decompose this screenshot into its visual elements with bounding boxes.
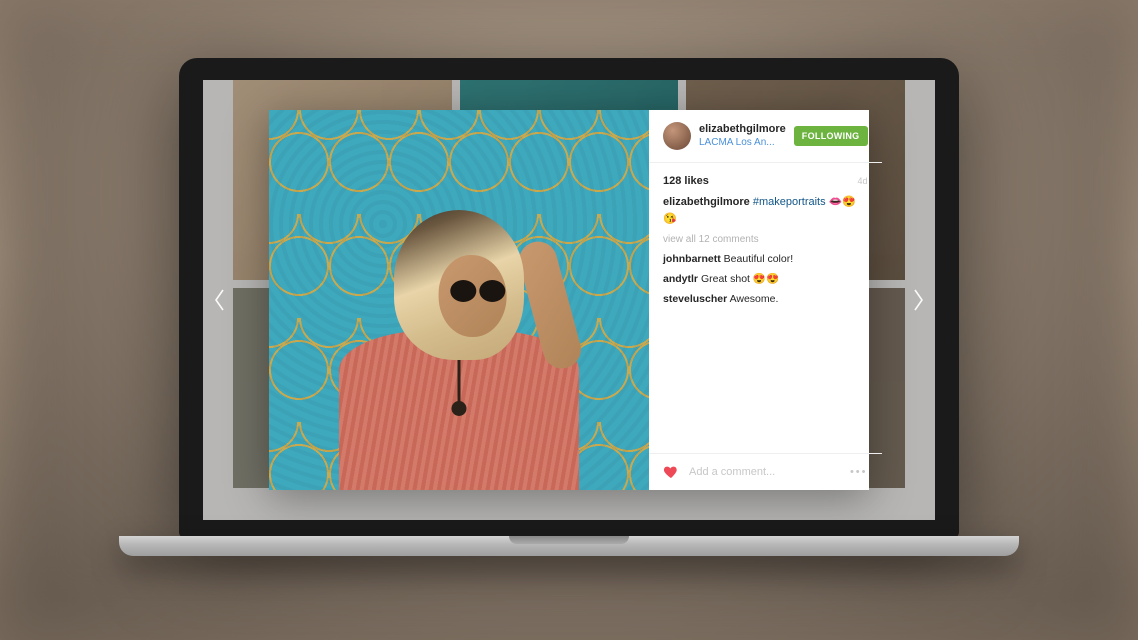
portrait-subject	[319, 190, 599, 490]
laptop-bezel: elizabethgilmore LACMA Los An... FOLLOWI…	[179, 58, 959, 538]
more-options-button[interactable]: •••	[850, 466, 868, 478]
post-sidebar: elizabethgilmore LACMA Los An... FOLLOWI…	[649, 110, 882, 490]
comment: johnbarnett Beautiful color!	[663, 251, 868, 268]
avatar[interactable]	[663, 122, 691, 150]
comment-username[interactable]: steveluscher	[663, 293, 727, 305]
location-link[interactable]: LACMA Los An...	[699, 137, 786, 150]
comment-username[interactable]: andytlr	[663, 273, 698, 285]
chevron-left-icon	[212, 288, 226, 312]
caption: elizabethgilmore #makeportraits 👄😍😘	[663, 194, 868, 229]
comment-text: Great shot 😍😍	[701, 273, 779, 285]
comment-username[interactable]: johnbarnett	[663, 253, 721, 265]
next-button[interactable]	[909, 285, 929, 315]
post-body: 128 likes 4d elizabethgilmore #makeportr…	[649, 163, 882, 453]
user-meta: elizabethgilmore LACMA Los An...	[699, 123, 786, 149]
laptop-screen: elizabethgilmore LACMA Los An... FOLLOWI…	[203, 80, 935, 520]
comment-text: Awesome.	[730, 293, 779, 305]
comment: steveluscher Awesome.	[663, 291, 868, 308]
prev-button[interactable]	[209, 285, 229, 315]
timestamp: 4d	[857, 174, 867, 188]
post-image[interactable]	[269, 110, 649, 490]
laptop-base	[119, 536, 1019, 556]
comment: andytlr Great shot 😍😍	[663, 271, 868, 288]
heart-icon[interactable]	[663, 464, 679, 480]
username-link[interactable]: elizabethgilmore	[699, 123, 786, 137]
post-header: elizabethgilmore LACMA Los An... FOLLOWI…	[649, 110, 882, 163]
comment-input[interactable]	[689, 466, 840, 478]
view-all-comments[interactable]: view all 12 comments	[663, 232, 868, 248]
follow-button[interactable]: FOLLOWING	[794, 126, 868, 146]
post-modal: elizabethgilmore LACMA Los An... FOLLOWI…	[269, 110, 869, 490]
chevron-right-icon	[912, 288, 926, 312]
post-footer: •••	[649, 453, 882, 490]
laptop-mockup: elizabethgilmore LACMA Los An... FOLLOWI…	[179, 58, 959, 556]
likes-count[interactable]: 128 likes	[663, 173, 709, 191]
comment-text: Beautiful color!	[724, 253, 793, 265]
caption-username[interactable]: elizabethgilmore	[663, 196, 750, 208]
